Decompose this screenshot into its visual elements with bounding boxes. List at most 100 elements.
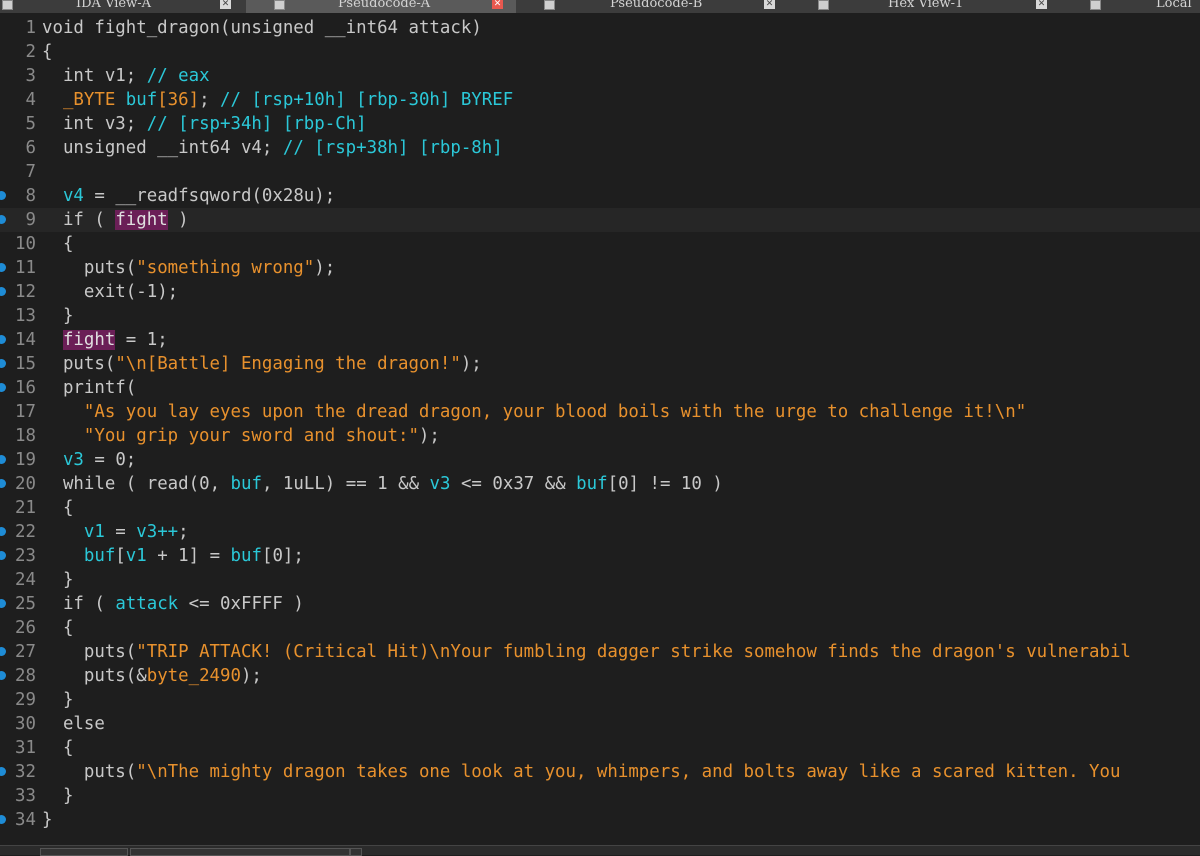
code-line[interactable]: 10 { [0,232,1200,256]
code-line[interactable]: 28 puts(&byte_2490); [0,664,1200,688]
code-line[interactable]: 16 printf( [0,376,1200,400]
tab-ida-view-a[interactable]: IDA View-A ✕ [0,0,245,13]
code-text[interactable]: if ( fight ) [42,208,189,232]
scrollbar-thumb[interactable] [40,848,128,856]
code-line[interactable]: 27 puts("TRIP ATTACK! (Critical Hit)\nYo… [0,640,1200,664]
code-token[interactable]: buf [231,474,262,494]
pseudocode-editor[interactable]: 1 void fight_dragon(unsigned __int64 atta… [0,13,1200,845]
code-token[interactable]: puts [42,354,105,374]
code-line[interactable]: 11 puts("something wrong"); [0,256,1200,280]
code-line[interactable]: 22 v1 = v3++; [0,520,1200,544]
code-line[interactable]: 19 v3 = 0; [0,448,1200,472]
code-line[interactable]: 5 int v3; // [rsp+34h] [rbp-Ch] [0,112,1200,136]
code-text[interactable]: } [42,784,73,808]
code-line[interactable]: 31 { [0,736,1200,760]
code-token[interactable]: buf [576,474,607,494]
code-text[interactable]: } [42,688,73,712]
scrollbar-track[interactable] [130,848,350,856]
code-text[interactable]: } [42,568,73,592]
code-line[interactable]: 3 int v1; // eax [0,64,1200,88]
code-text[interactable]: puts("TRIP ATTACK! (Critical Hit)\nYour … [42,640,1131,664]
code-text[interactable]: fight = 1; [42,328,168,352]
code-token[interactable]: puts [42,642,126,662]
code-text[interactable]: { [42,616,73,640]
code-line[interactable]: 21 { [0,496,1200,520]
code-text[interactable]: if ( attack <= 0xFFFF ) [42,592,304,616]
code-token[interactable]: puts [42,666,126,686]
close-icon[interactable]: ✕ [764,0,775,9]
tab-hex-view-1[interactable]: Hex View-1 ✕ [792,0,1062,13]
code-line[interactable]: 20 while ( read(0, buf, 1uLL) == 1 && v3… [0,472,1200,496]
code-text[interactable]: "You grip your sword and shout:"); [42,424,440,448]
code-text[interactable]: _BYTE buf[36]; // [rsp+10h] [rbp-30h] BY… [42,88,513,112]
code-text[interactable]: v4 = __readfsqword(0x28u); [42,184,335,208]
code-token[interactable]: attack [115,594,178,614]
code-token[interactable]: fight [115,210,168,230]
code-text[interactable]: v3 = 0; [42,448,136,472]
close-icon[interactable]: ✕ [1036,0,1047,9]
code-token[interactable]: puts [42,258,126,278]
code-line[interactable]: 1 void fight_dragon(unsigned __int64 atta… [0,16,1200,40]
code-token[interactable]: puts [42,762,126,782]
code-line[interactable]: 9 if ( fight ) [0,208,1200,232]
code-token[interactable]: buf [126,90,157,110]
code-token[interactable]: v3++ [136,522,178,542]
code-text[interactable]: int v1; // eax [42,64,210,88]
code-line[interactable]: 32 puts("\nThe mighty dragon takes one l… [0,760,1200,784]
code-line[interactable]: 33 } [0,784,1200,808]
tab-pseudocode-a[interactable]: Pseudocode-A ✕ [246,0,516,13]
code-text[interactable]: { [42,40,52,64]
code-line[interactable]: 34} [0,808,1200,832]
code-line[interactable]: 30 else [0,712,1200,736]
code-line[interactable]: 4 _BYTE buf[36]; // [rsp+10h] [rbp-30h] … [0,88,1200,112]
code-text[interactable]: "As you lay eyes upon the dread dragon, … [42,400,1026,424]
code-token[interactable]: printf [42,378,126,398]
code-text[interactable]: { [42,496,73,520]
scrollbar-arrow[interactable] [350,848,362,856]
code-token[interactable]: v1 [126,546,147,566]
code-token[interactable]: v3 [430,474,451,494]
code-text[interactable]: } [42,808,52,832]
code-text[interactable]: int v3; // [rsp+34h] [rbp-Ch] [42,112,367,136]
code-line[interactable]: 17 "As you lay eyes upon the dread drago… [0,400,1200,424]
code-line[interactable]: 23 buf[v1 + 1] = buf[0]; [0,544,1200,568]
code-text[interactable]: buf[v1 + 1] = buf[0]; [42,544,304,568]
code-token[interactable]: fight_dragon [94,18,220,38]
code-text[interactable]: puts("\nThe mighty dragon takes one look… [42,760,1121,784]
code-line[interactable]: 29 } [0,688,1200,712]
code-token[interactable]: buf [42,546,115,566]
code-token[interactable]: buf [231,546,262,566]
code-line[interactable]: 12 exit(-1); [0,280,1200,304]
tab-local[interactable]: Local [1064,0,1200,13]
code-text[interactable]: while ( read(0, buf, 1uLL) == 1 && v3 <=… [42,472,723,496]
code-line[interactable]: 26 { [0,616,1200,640]
code-line[interactable]: 18 "You grip your sword and shout:"); [0,424,1200,448]
code-text[interactable]: printf( [42,376,136,400]
code-token[interactable]: v1 [42,522,105,542]
code-text[interactable]: v1 = v3++; [42,520,189,544]
code-token[interactable]: v3 [42,450,84,470]
tab-pseudocode-b[interactable]: Pseudocode-B ✕ [518,0,790,13]
code-text[interactable]: puts("something wrong"); [42,256,335,280]
code-line[interactable]: 24 } [0,568,1200,592]
code-token[interactable]: v4 [42,186,84,206]
code-text[interactable]: puts("\n[Battle] Engaging the dragon!"); [42,352,482,376]
code-line[interactable]: 2{ [0,40,1200,64]
close-icon[interactable]: ✕ [492,0,503,9]
code-text[interactable]: unsigned __int64 v4; // [rsp+38h] [rbp-8… [42,136,503,160]
code-token[interactable]: exit [42,282,126,302]
code-text[interactable]: void fight_dragon(unsigned __int64 attac… [42,16,482,40]
code-token[interactable]: fight [62,330,116,350]
code-line[interactable]: 14 fight = 1; [0,328,1200,352]
code-line[interactable]: 7 [0,160,1200,184]
code-text[interactable]: exit(-1); [42,280,178,304]
code-line[interactable]: 13 } [0,304,1200,328]
code-text[interactable]: { [42,736,73,760]
code-line[interactable]: 8 v4 = __readfsqword(0x28u); [0,184,1200,208]
code-token[interactable]: __readfsqword [115,186,251,206]
code-text[interactable]: } [42,304,73,328]
code-token[interactable]: read [147,474,189,494]
code-text[interactable]: { [42,232,73,256]
code-text[interactable]: puts(&byte_2490); [42,664,262,688]
code-line[interactable]: 15 puts("\n[Battle] Engaging the dragon!… [0,352,1200,376]
